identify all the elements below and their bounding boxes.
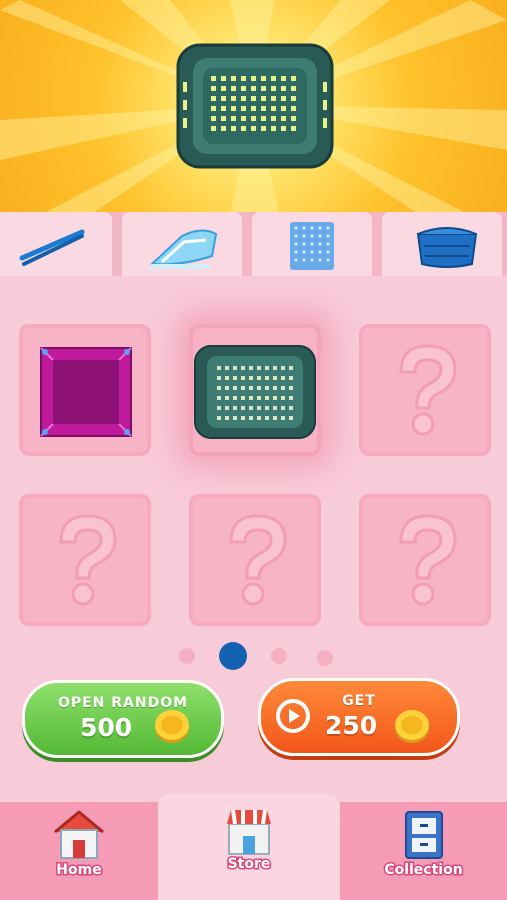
page-dot-3[interactable] <box>271 648 287 664</box>
tweezers-icon <box>19 229 85 266</box>
nav-home-label: Home <box>55 861 103 880</box>
coin-icon <box>395 710 429 743</box>
nav-store-label: Store <box>226 855 272 874</box>
tab-iron[interactable] <box>122 212 242 276</box>
question-mark-icon <box>229 514 287 606</box>
green-basket-icon <box>194 345 316 439</box>
store-icon <box>227 809 271 855</box>
open-random-label: OPEN RANDOM <box>57 695 189 711</box>
get-amount: 250 <box>325 711 378 740</box>
tab-tweezers[interactable] <box>0 212 112 276</box>
question-mark-icon <box>399 514 457 606</box>
drawer-cabinet-icon <box>404 811 443 859</box>
nav-collection[interactable]: Collection <box>340 802 507 900</box>
iron-icon <box>149 229 218 269</box>
bottom-nav: Home Store Collection <box>0 794 507 900</box>
magenta-box-icon <box>40 347 132 437</box>
slot-3[interactable] <box>359 324 491 456</box>
nav-collection-label: Collection <box>383 861 464 880</box>
page-dot-2[interactable] <box>219 642 247 670</box>
slot-4[interactable] <box>19 494 151 626</box>
green-basket-icon <box>176 43 334 169</box>
question-mark-icon <box>59 514 117 606</box>
tab-basket[interactable] <box>382 212 502 276</box>
slot-5[interactable] <box>189 494 321 626</box>
blue-basket-icon <box>416 227 478 268</box>
open-random-button[interactable]: OPEN RANDOM 500 <box>22 680 224 758</box>
slot-2[interactable] <box>189 324 321 456</box>
coin-icon <box>155 710 189 743</box>
page-dot-1[interactable] <box>179 648 195 664</box>
nav-home[interactable]: Home <box>0 802 158 900</box>
blue-mat-icon <box>290 222 334 270</box>
open-random-price: 500 <box>80 713 133 742</box>
hero-banner <box>0 0 507 215</box>
nav-store[interactable]: Store <box>158 794 340 900</box>
page-dot-4[interactable] <box>317 650 333 666</box>
tool-tabs <box>0 212 507 278</box>
get-coins-button[interactable]: GET 250 <box>258 678 460 756</box>
question-mark-icon <box>399 344 457 436</box>
slot-1[interactable] <box>19 324 151 456</box>
slot-6[interactable] <box>359 494 491 626</box>
tab-mat[interactable] <box>252 212 372 276</box>
house-icon <box>54 810 104 859</box>
